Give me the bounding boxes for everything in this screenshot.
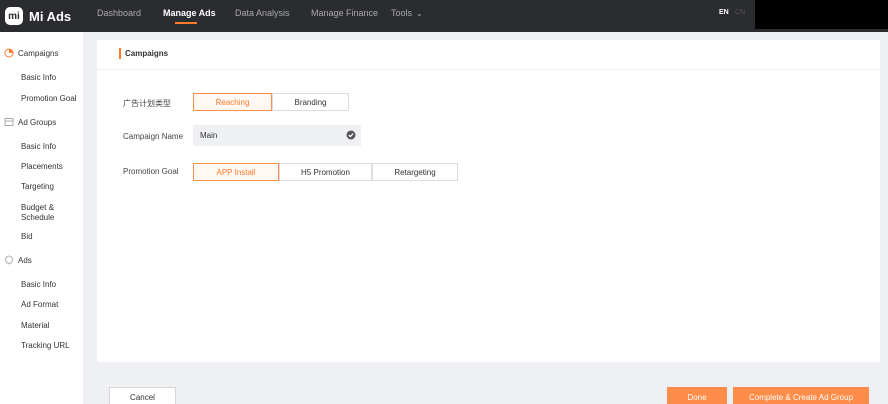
promotion-goal-retargeting[interactable]: Retargeting — [372, 163, 458, 181]
cancel-button[interactable]: Cancel — [109, 387, 176, 404]
sidebar-item-targeting[interactable]: Targeting — [21, 182, 54, 191]
lang-cn[interactable]: CN — [735, 9, 745, 16]
campaign-type-label: 广告计划类型 — [123, 99, 171, 108]
top-nav: mi Mi Ads Dashboard Manage Ads Data Anal… — [0, 0, 888, 32]
check-circle-icon — [346, 130, 356, 140]
promotion-goal-app-install[interactable]: APP Install — [193, 163, 279, 181]
campaign-type-branding[interactable]: Branding — [272, 93, 349, 111]
panel-title-text: Campaigns — [125, 49, 169, 58]
nav-manage-finance[interactable]: Manage Finance — [311, 8, 378, 18]
lang-en[interactable]: EN — [719, 9, 729, 16]
sidebar-item-tracking-url[interactable]: Tracking URL — [21, 341, 70, 350]
sidebar-group-campaigns[interactable]: Campaigns — [4, 48, 58, 58]
campaign-name-input[interactable]: Main — [193, 125, 361, 146]
sidebar-item-promotion-goal[interactable]: Promotion Goal — [21, 94, 77, 103]
panel-title: Campaigns — [119, 48, 168, 59]
sidebar-group-ad-groups[interactable]: Ad Groups — [4, 117, 56, 127]
mi-logo-icon: mi — [5, 7, 23, 25]
sidebar-group-label: Ad Groups — [18, 117, 57, 127]
ad-group-icon — [4, 118, 14, 126]
nav-tools-label: Tools — [391, 8, 413, 18]
ads-icon — [5, 255, 13, 265]
promotion-goal-label: Promotion Goal — [123, 167, 179, 176]
sidebar-item-bid[interactable]: Bid — [21, 232, 33, 241]
app-title: Mi Ads — [29, 8, 72, 24]
nav-data-analysis[interactable]: Data Analysis — [235, 8, 290, 18]
campaign-name-label: Campaign Name — [123, 132, 184, 141]
sidebar-item-budget-schedule[interactable]: Budget & Schedule — [21, 203, 71, 223]
chevron-down-icon: ⌄ — [416, 9, 423, 18]
title-accent-bar — [119, 48, 121, 59]
redacted-area — [755, 0, 888, 29]
nav-tools[interactable]: Tools ⌄ — [391, 8, 423, 18]
panel-divider — [97, 69, 880, 70]
nav-dashboard[interactable]: Dashboard — [97, 8, 141, 18]
sidebar-item-ads-basic-info[interactable]: Basic Info — [21, 280, 56, 289]
promotion-goal-h5-promotion[interactable]: H5 Promotion — [279, 163, 372, 181]
campaign-name-value: Main — [200, 131, 218, 140]
sidebar-item-adgroup-basic-info[interactable]: Basic Info — [21, 142, 56, 151]
done-button[interactable]: Done — [667, 387, 727, 404]
nav-active-indicator — [175, 22, 197, 24]
campaign-form-panel: Campaigns 广告计划类型 Reaching Branding Campa… — [97, 40, 880, 362]
nav-manage-ads[interactable]: Manage Ads — [163, 8, 216, 18]
logo[interactable]: mi Mi Ads — [5, 4, 71, 28]
complete-create-ad-group-button[interactable]: Complete & Create Ad Group — [733, 387, 869, 404]
campaign-type-reaching[interactable]: Reaching — [193, 93, 272, 111]
sidebar-item-ad-format[interactable]: Ad Format — [21, 300, 58, 309]
sidebar-group-label: Ads — [18, 255, 32, 265]
campaign-icon — [4, 48, 14, 58]
sidebar-item-campaign-basic-info[interactable]: Basic Info — [21, 73, 56, 82]
sidebar-item-placements[interactable]: Placements — [21, 162, 63, 171]
sidebar-item-material[interactable]: Material — [21, 321, 49, 330]
sidebar-group-ads[interactable]: Ads — [4, 255, 32, 265]
sidebar-group-label: Campaigns — [18, 48, 59, 58]
